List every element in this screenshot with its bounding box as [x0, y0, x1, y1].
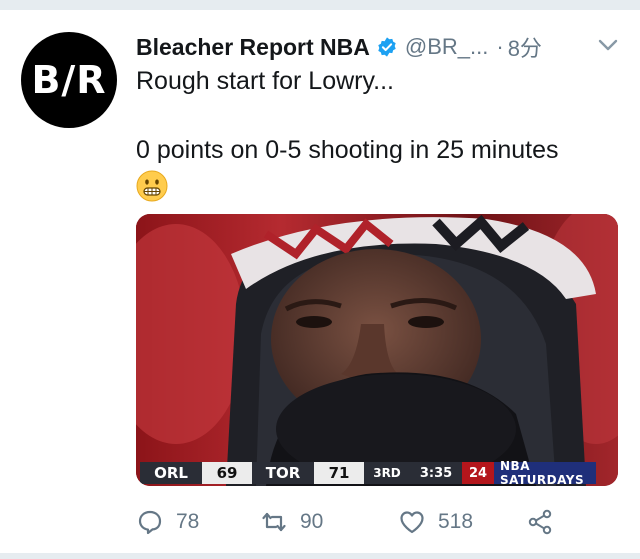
avatar[interactable]: B/R: [21, 32, 117, 128]
like-count: 518: [438, 510, 474, 533]
timestamp[interactable]: 8分: [508, 31, 542, 63]
share-icon: [528, 509, 552, 535]
share-button[interactable]: [526, 505, 554, 539]
separator-dot: ·: [496, 34, 504, 59]
reply-icon: [138, 510, 162, 535]
tweet-text-line-1: Rough start for Lowry...: [136, 67, 394, 95]
retweet-count: 90: [300, 510, 324, 533]
like-button[interactable]: 518: [398, 505, 473, 539]
retweet-button[interactable]: 90: [260, 505, 323, 539]
avatar-logo-text: B/R: [31, 58, 107, 102]
quarter: 3RD: [364, 462, 410, 484]
reply-button[interactable]: 78: [136, 505, 199, 539]
game-clock: 3:35: [410, 462, 462, 484]
display-name[interactable]: Bleacher Report NBA: [136, 34, 370, 61]
retweet-icon: [262, 512, 286, 532]
grimacing-face-icon: [136, 170, 168, 202]
handle[interactable]: @BR_...: [405, 34, 488, 60]
reply-count: 78: [176, 510, 200, 533]
bottom-divider: [0, 553, 640, 559]
top-divider: [0, 0, 640, 10]
team1-score: 69: [202, 462, 252, 484]
chevron-down-icon[interactable]: [598, 38, 618, 52]
tweet-header: Bleacher Report NBA @BR_... · 8分: [136, 32, 626, 62]
team2-score: 71: [314, 462, 364, 484]
broadcast-brand: NBA SATURDAYS: [494, 459, 596, 486]
shot-clock: 24: [462, 462, 494, 484]
media-photo: [136, 214, 618, 486]
tweet-media-image[interactable]: ORL 69 TOR 71 3RD 3:35 24 NBA SATURDAYS: [136, 214, 618, 486]
scorebug: ORL 69 TOR 71 3RD 3:35 24 NBA SATURDAYS: [140, 459, 596, 486]
tweet-text-line-2: 0 points on 0-5 shooting in 25 minutes: [136, 136, 559, 164]
heart-icon: [400, 511, 424, 534]
tweet[interactable]: B/R Bleacher Report NBA @BR_... · 8分 Rou…: [0, 10, 640, 553]
team1-label: ORL: [140, 462, 202, 484]
tweet-actions: 78 90 518: [136, 505, 616, 539]
team2-label: TOR: [252, 462, 314, 484]
verified-badge-icon: [378, 37, 396, 57]
